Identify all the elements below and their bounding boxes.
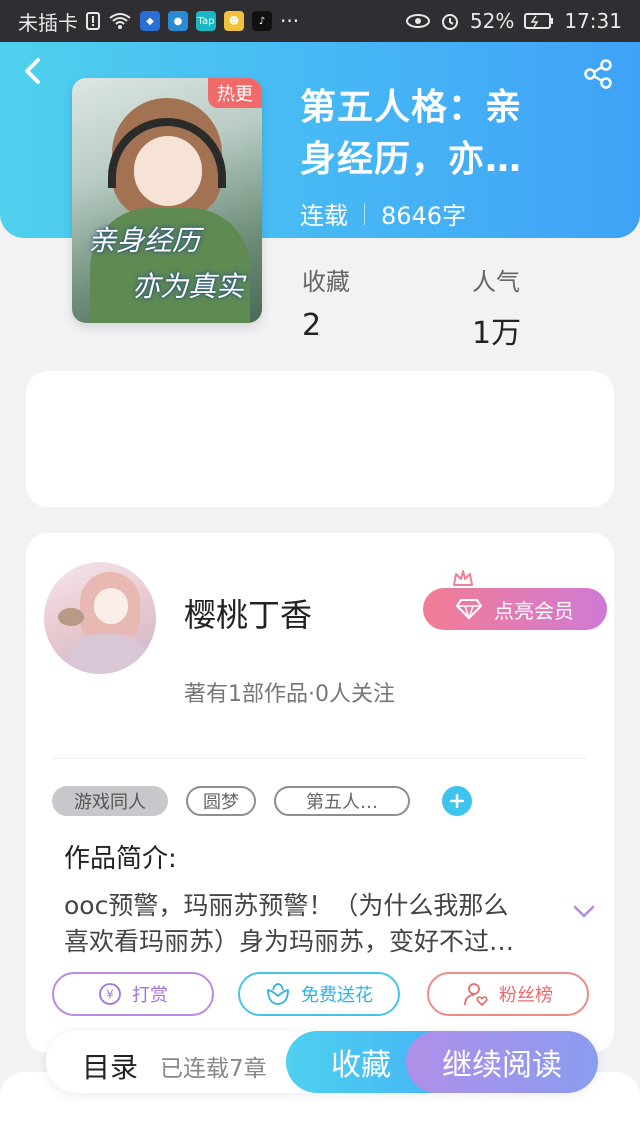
flower-icon [267,983,289,1005]
shield-icon: ◆ [140,11,160,31]
yen-coin-icon: ¥ [99,983,121,1005]
battery-percent: 52% [469,9,515,33]
cover-title-art: 亲身经历 亦为真实 [88,224,245,303]
vip-label: 点亮会员 [494,598,574,623]
status-bar: 未插卡 ◆ ● Tap ☻ ♪ ··· 52% 17:31 [0,0,640,42]
chapter-count: 已连载7章 [160,1056,267,1082]
chevron-left-icon [25,58,40,84]
vip-button[interactable]: 点亮会员 [423,588,607,630]
lightbulb-icon: ● [168,11,188,31]
alarm-icon [440,11,460,31]
blank-card [26,371,614,507]
add-tag-button[interactable] [442,786,472,816]
author-avatar[interactable] [44,562,156,674]
card-divider [52,758,586,759]
free-flower-button[interactable]: 免费送花 [238,972,400,1016]
reward-button[interactable]: ¥ 打赏 [52,972,214,1016]
popularity-label: 人气 [472,268,520,296]
svg-text:¥: ¥ [106,988,114,1002]
diamond-icon [456,599,482,620]
fans-ranking-label: 粉丝榜 [499,985,553,1006]
user-heart-icon [464,983,488,1007]
crown-icon [453,570,473,586]
carrier-label: 未插卡 [18,10,78,35]
more-notifications-icon: ··· [280,9,300,33]
author-name[interactable]: 樱桃丁香 [184,590,312,636]
table-of-contents-button[interactable]: 目录 [82,1046,138,1086]
taptap-icon: Tap [196,11,216,31]
sim-alert-icon [86,12,100,30]
reward-label: 打赏 [132,985,168,1006]
wifi-icon [108,12,132,30]
fans-ranking-button[interactable]: 粉丝榜 [427,972,589,1016]
book-cover[interactable]: 亲身经历 亦为真实 [72,78,262,323]
intro-text[interactable]: ooc预警，玛丽苏预警！（为什么我那么 喜欢看玛丽苏）身为玛丽苏，变好不过… [64,888,554,960]
word-count: 8646字 [381,202,467,230]
book-meta: 连载 8646字 [300,196,466,231]
favorites-count: 2 [302,308,322,343]
eye-icon [405,13,430,29]
plus-icon [450,794,464,808]
bird-graphic [58,608,84,626]
tag-item[interactable]: 第五人… [274,786,410,816]
hot-update-badge: 热更 [208,78,262,108]
chevron-down-icon[interactable] [572,904,596,920]
book-title: 第五人格：亲 身经历，亦… [300,87,523,180]
tag-item[interactable]: 圆梦 [186,786,256,816]
intro-title: 作品简介: [64,844,177,874]
popularity-count: 1万 [472,316,522,351]
tag-item[interactable]: 游戏同人 [52,786,168,816]
battery-icon [524,13,554,29]
continue-reading-button[interactable]: 继续阅读 [406,1031,598,1093]
free-flower-label: 免费送花 [301,985,373,1006]
clock-time: 17:31 [564,9,622,33]
sun-app-icon: ☻ [224,11,244,31]
serial-status: 连载 [300,202,348,230]
tiktok-icon: ♪ [252,11,272,31]
favorites-label: 收藏 [302,268,350,296]
author-stats: 著有1部作品·0人关注 [184,682,395,707]
meta-divider [364,202,365,225]
back-button[interactable] [22,56,52,90]
